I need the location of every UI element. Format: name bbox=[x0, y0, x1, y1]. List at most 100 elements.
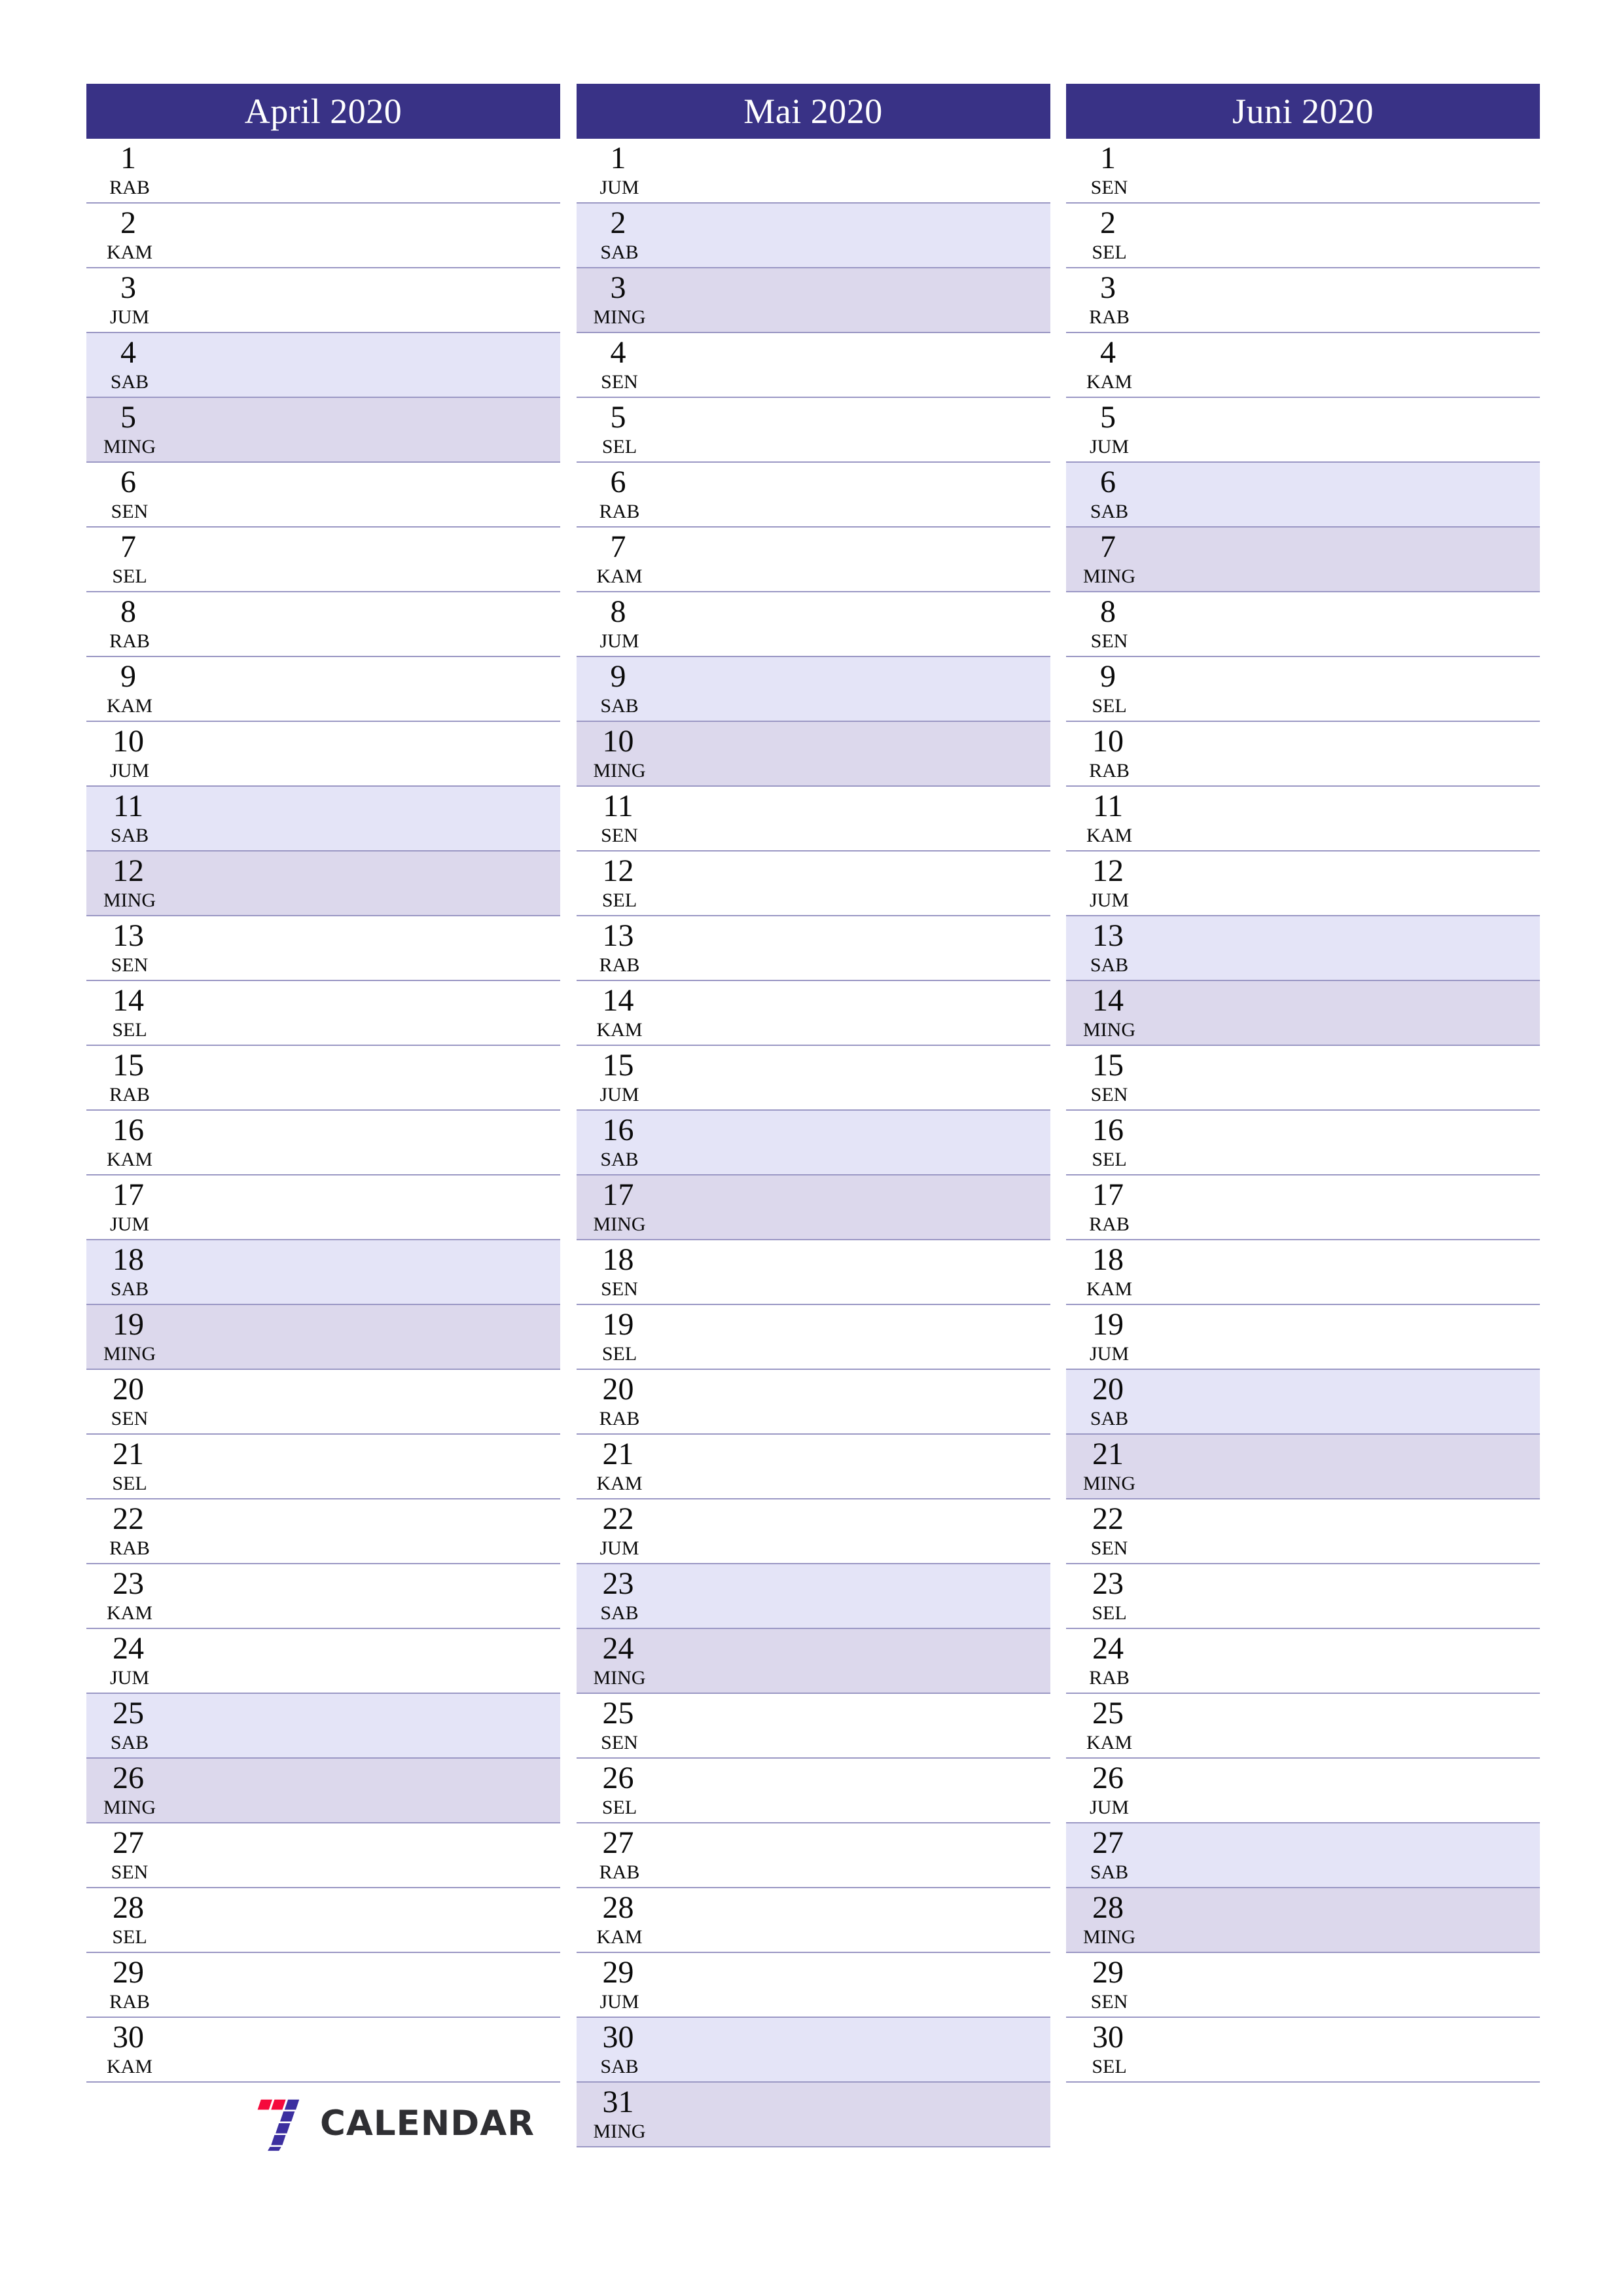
day-weekday: KAM bbox=[106, 1602, 152, 1624]
day-row[interactable]: 1 JUM bbox=[576, 139, 1050, 204]
day-row[interactable]: 13 SAB bbox=[1066, 916, 1540, 981]
day-row[interactable]: 15 JUM bbox=[576, 1046, 1050, 1111]
day-row[interactable]: 24 MING bbox=[576, 1629, 1050, 1694]
day-row[interactable]: 27 SEN bbox=[86, 1823, 560, 1888]
day-row[interactable]: 22 SEN bbox=[1066, 1499, 1540, 1564]
day-row[interactable]: 30 KAM bbox=[86, 2018, 560, 2083]
day-row[interactable]: 21 SEL bbox=[86, 1435, 560, 1499]
day-row[interactable]: 3 MING bbox=[576, 268, 1050, 333]
day-row[interactable]: 3 RAB bbox=[1066, 268, 1540, 333]
day-row[interactable]: 29 RAB bbox=[86, 1953, 560, 2018]
day-row[interactable]: 4 SAB bbox=[86, 333, 560, 398]
day-row[interactable]: 11 SAB bbox=[86, 787, 560, 852]
day-row[interactable]: 6 SAB bbox=[1066, 463, 1540, 528]
day-row[interactable]: 18 SEN bbox=[576, 1240, 1050, 1305]
day-row[interactable]: 27 RAB bbox=[576, 1823, 1050, 1888]
day-row[interactable]: 25 KAM bbox=[1066, 1694, 1540, 1759]
day-number: 12 bbox=[113, 853, 144, 888]
day-row[interactable]: 12 SEL bbox=[576, 852, 1050, 916]
day-row[interactable]: 6 RAB bbox=[576, 463, 1050, 528]
day-row[interactable]: 26 JUM bbox=[1066, 1759, 1540, 1823]
day-row[interactable]: 5 MING bbox=[86, 398, 560, 463]
day-row[interactable]: 28 MING bbox=[1066, 1888, 1540, 1953]
day-row[interactable]: 20 RAB bbox=[576, 1370, 1050, 1435]
day-row[interactable]: 16 SEL bbox=[1066, 1111, 1540, 1175]
day-row[interactable]: 15 SEN bbox=[1066, 1046, 1540, 1111]
day-row[interactable]: 4 SEN bbox=[576, 333, 1050, 398]
day-row[interactable]: 30 SAB bbox=[576, 2018, 1050, 2083]
day-row[interactable]: 8 RAB bbox=[86, 592, 560, 657]
day-row[interactable]: 16 SAB bbox=[576, 1111, 1050, 1175]
day-row[interactable]: 12 MING bbox=[86, 852, 560, 916]
day-number: 13 bbox=[602, 918, 634, 953]
day-row[interactable]: 28 KAM bbox=[576, 1888, 1050, 1953]
day-row[interactable]: 20 SAB bbox=[1066, 1370, 1540, 1435]
day-row[interactable]: 10 RAB bbox=[1066, 722, 1540, 787]
day-row[interactable]: 20 SEN bbox=[86, 1370, 560, 1435]
day-row[interactable]: 7 MING bbox=[1066, 528, 1540, 592]
day-weekday: SAB bbox=[110, 825, 149, 846]
day-row[interactable]: 17 JUM bbox=[86, 1175, 560, 1240]
day-weekday: KAM bbox=[106, 242, 152, 263]
day-number: 12 bbox=[1092, 853, 1124, 888]
day-row[interactable]: 16 KAM bbox=[86, 1111, 560, 1175]
day-row[interactable]: 8 SEN bbox=[1066, 592, 1540, 657]
day-weekday: KAM bbox=[106, 1149, 152, 1170]
day-row[interactable]: 17 RAB bbox=[1066, 1175, 1540, 1240]
day-row[interactable]: 10 MING bbox=[576, 722, 1050, 787]
day-row[interactable]: 17 MING bbox=[576, 1175, 1050, 1240]
day-weekday: MING bbox=[593, 2121, 646, 2142]
day-row[interactable]: 30 SEL bbox=[1066, 2018, 1540, 2083]
day-row[interactable]: 8 JUM bbox=[576, 592, 1050, 657]
day-row[interactable]: 3 JUM bbox=[86, 268, 560, 333]
day-row[interactable]: 31 MING bbox=[576, 2083, 1050, 2147]
day-row[interactable]: 24 JUM bbox=[86, 1629, 560, 1694]
day-row[interactable]: 25 SEN bbox=[576, 1694, 1050, 1759]
day-row[interactable]: 14 SEL bbox=[86, 981, 560, 1046]
day-row[interactable]: 29 SEN bbox=[1066, 1953, 1540, 2018]
day-row[interactable]: 23 SEL bbox=[1066, 1564, 1540, 1629]
day-row[interactable]: 19 SEL bbox=[576, 1305, 1050, 1370]
day-row[interactable]: 18 KAM bbox=[1066, 1240, 1540, 1305]
day-row[interactable]: 25 SAB bbox=[86, 1694, 560, 1759]
day-row[interactable]: 13 SEN bbox=[86, 916, 560, 981]
day-row[interactable]: 18 SAB bbox=[86, 1240, 560, 1305]
day-row[interactable]: 23 SAB bbox=[576, 1564, 1050, 1629]
day-row[interactable]: 6 SEN bbox=[86, 463, 560, 528]
day-row[interactable]: 22 RAB bbox=[86, 1499, 560, 1564]
day-row[interactable]: 14 KAM bbox=[576, 981, 1050, 1046]
day-row[interactable]: 21 MING bbox=[1066, 1435, 1540, 1499]
day-number: 13 bbox=[113, 918, 144, 953]
day-row[interactable]: 2 KAM bbox=[86, 204, 560, 268]
day-row[interactable]: 19 JUM bbox=[1066, 1305, 1540, 1370]
day-row[interactable]: 26 MING bbox=[86, 1759, 560, 1823]
day-row[interactable]: 11 SEN bbox=[576, 787, 1050, 852]
day-row[interactable]: 14 MING bbox=[1066, 981, 1540, 1046]
day-row[interactable]: 9 KAM bbox=[86, 657, 560, 722]
day-row[interactable]: 11 KAM bbox=[1066, 787, 1540, 852]
day-row[interactable]: 5 JUM bbox=[1066, 398, 1540, 463]
day-row[interactable]: 22 JUM bbox=[576, 1499, 1050, 1564]
day-row[interactable]: 9 SEL bbox=[1066, 657, 1540, 722]
day-row[interactable]: 1 SEN bbox=[1066, 139, 1540, 204]
day-row[interactable]: 9 SAB bbox=[576, 657, 1050, 722]
day-row[interactable]: 10 JUM bbox=[86, 722, 560, 787]
day-row[interactable]: 27 SAB bbox=[1066, 1823, 1540, 1888]
day-row[interactable]: 23 KAM bbox=[86, 1564, 560, 1629]
day-row[interactable]: 5 SEL bbox=[576, 398, 1050, 463]
day-row[interactable]: 7 KAM bbox=[576, 528, 1050, 592]
day-row[interactable]: 13 RAB bbox=[576, 916, 1050, 981]
day-row[interactable]: 29 JUM bbox=[576, 1953, 1050, 2018]
day-row[interactable]: 19 MING bbox=[86, 1305, 560, 1370]
day-row[interactable]: 7 SEL bbox=[86, 528, 560, 592]
day-row[interactable]: 15 RAB bbox=[86, 1046, 560, 1111]
day-row[interactable]: 4 KAM bbox=[1066, 333, 1540, 398]
day-row[interactable]: 12 JUM bbox=[1066, 852, 1540, 916]
day-row[interactable]: 24 RAB bbox=[1066, 1629, 1540, 1694]
day-row[interactable]: 2 SAB bbox=[576, 204, 1050, 268]
day-row[interactable]: 26 SEL bbox=[576, 1759, 1050, 1823]
day-row[interactable]: 28 SEL bbox=[86, 1888, 560, 1953]
day-row[interactable]: 1 RAB bbox=[86, 139, 560, 204]
day-row[interactable]: 2 SEL bbox=[1066, 204, 1540, 268]
day-row[interactable]: 21 KAM bbox=[576, 1435, 1050, 1499]
